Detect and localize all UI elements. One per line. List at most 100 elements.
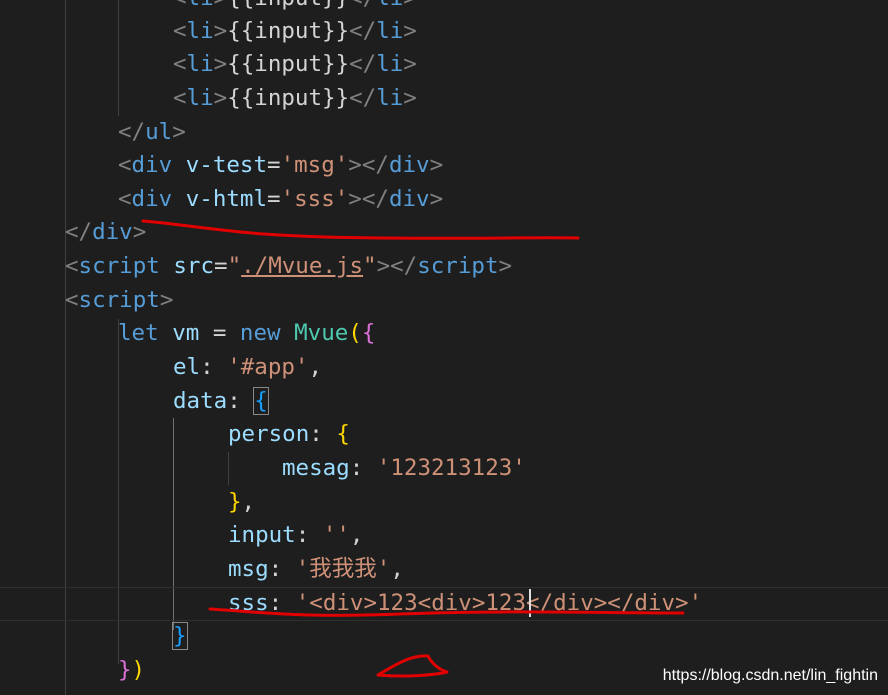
code-token: li (186, 18, 214, 44)
code-token: new (239, 320, 281, 346)
code-token: > (132, 219, 147, 245)
code-token: script (78, 253, 160, 279)
code-token: script (417, 253, 499, 279)
code-line-mvue-close: }) (118, 654, 145, 688)
code-token: > (403, 0, 417, 11)
code-token: v-test (185, 152, 268, 178)
code-line-script-open: <script> (65, 284, 173, 318)
code-token: : (349, 455, 377, 481)
code-line-li: <li>{{input}}</li> (173, 82, 417, 116)
code-line-div-close: </div> (65, 216, 146, 250)
code-token: ></ (348, 186, 389, 212)
code-token: '123213123' (376, 455, 526, 481)
code-line-li: <li>{{input}}</li> (173, 15, 417, 49)
code-token: } (172, 622, 188, 650)
code-token: ></ (348, 152, 389, 178)
code-token: li (186, 85, 214, 111)
watermark-text: https://blog.csdn.net/lin_fightin (662, 667, 878, 684)
code-token: v-html (185, 186, 268, 212)
code-token: </ (349, 18, 377, 44)
code-token: : (200, 354, 228, 380)
code-token: > (403, 18, 417, 44)
code-token: '<div>123<div>123</div></div>' (295, 590, 703, 616)
code-token: '我我我' (295, 556, 391, 582)
code-token: ./Mvue.js (241, 253, 364, 279)
code-token: < (65, 287, 79, 313)
code-line-person: person: { (228, 418, 350, 452)
code-token: : (227, 388, 255, 414)
code-token: li (376, 0, 403, 11)
code-token: ></ (376, 253, 418, 279)
code-token: > (213, 85, 228, 111)
code-token: : (309, 421, 337, 447)
code-token: data (173, 388, 228, 414)
code-token: Mvue (294, 320, 349, 346)
code-token: sss (228, 590, 269, 616)
indent-guide (228, 452, 229, 485)
code-line-ul-close: </ul> (118, 116, 186, 150)
code-token: msg (228, 556, 269, 582)
code-token: {{input}} (227, 85, 350, 111)
code-token: li (186, 51, 214, 77)
code-token: div (388, 186, 430, 212)
code-token: = (199, 320, 240, 346)
code-token: li (376, 51, 404, 77)
code-token: { (253, 387, 269, 415)
code-token: {{input}} (227, 0, 349, 11)
code-token: > (403, 51, 417, 77)
code-token: > (159, 287, 174, 313)
code-line-msg: msg: '我我我', (228, 553, 404, 587)
text-cursor (529, 589, 531, 617)
code-token: input (228, 522, 296, 548)
code-token: 'msg' (280, 152, 349, 178)
indent-guide (118, 0, 119, 116)
code-token: div (92, 219, 133, 245)
code-token: = (214, 253, 228, 279)
code-token: div (388, 152, 430, 178)
code-token: '#app' (227, 354, 309, 380)
annotation-underline-div (141, 219, 580, 240)
code-token: ( (348, 320, 362, 346)
code-line-data: data: { (173, 385, 269, 419)
code-line-div-vtest: <div v-test='msg'></div> (118, 149, 443, 183)
code-token: < (118, 152, 132, 178)
code-line-li: <li>{{input}}</li> (173, 48, 417, 82)
code-token: : (295, 522, 323, 548)
code-token: < (173, 85, 187, 111)
code-token: " (227, 253, 242, 279)
code-token: div (131, 186, 173, 212)
code-token: , (308, 354, 323, 380)
code-line-li: <li>{{input}}</li> (173, 0, 417, 16)
code-token: > (213, 18, 228, 44)
code-token: < (173, 18, 187, 44)
code-token: div (131, 152, 173, 178)
code-token: } (118, 657, 132, 683)
code-token: let (118, 320, 159, 346)
code-token: li (376, 18, 404, 44)
code-token: { (336, 421, 350, 447)
code-token: , (241, 489, 256, 515)
code-token: > (214, 0, 228, 11)
code-token: ) (131, 657, 146, 683)
code-line-mesag: mesag: '123213123' (282, 452, 526, 486)
code-token: : (268, 556, 296, 582)
code-editor[interactable]: <li>{{input}}</li> <li>{{input}}</li> <li>… (0, 0, 888, 695)
code-token: li (376, 85, 404, 111)
code-token: > (172, 119, 186, 145)
code-token: </ (349, 51, 377, 77)
code-token: </ (65, 219, 93, 245)
code-token: " (363, 253, 377, 279)
code-token: el (173, 354, 201, 380)
annotation-arrow-mark (376, 654, 449, 678)
code-token: < (173, 51, 187, 77)
code-token: person (228, 421, 310, 447)
code-token: {{input}} (227, 18, 350, 44)
code-token: src (173, 253, 215, 279)
code-token: 'sss' (280, 186, 349, 212)
code-token: , (390, 556, 404, 582)
code-line-sss: sss: '<div>123<div>123</div></div>' (228, 587, 702, 621)
